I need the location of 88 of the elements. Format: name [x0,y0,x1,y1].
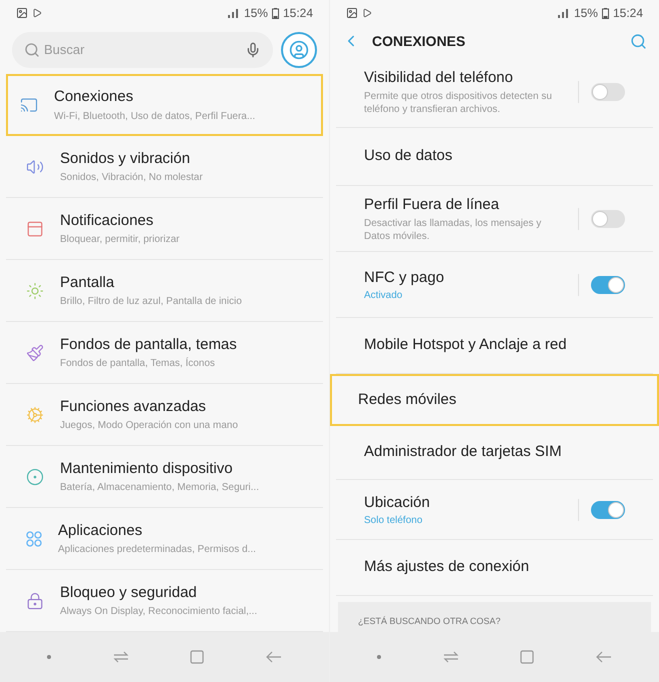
brush-icon [26,344,44,362]
home-icon[interactable] [190,650,204,664]
play-icon [362,8,372,18]
battery-percent: 15% [244,5,268,22]
item-subtitle: Bloquear, permitir, priorizar [60,233,180,248]
settings-item[interactable]: Perfil Fuera de línea Desactivar las llamadas, los mensajes y Datos móviles. [336,186,653,252]
settings-item[interactable]: Mobile Hotspot y Anclaje a red [336,318,653,374]
signal-icon [556,8,570,18]
gear-icon [26,406,44,424]
back-icon[interactable] [596,651,612,663]
item-title: Sonidos y vibración [60,148,192,169]
item-title: Uso de datos [364,146,454,166]
item-title: Mantenimiento dispositivo [60,458,234,479]
item-title: Más ajustes de conexión [364,557,530,578]
item-subtitle: Wi-Fi, Bluetooth, Uso de datos, Perfil Fuera... [54,110,256,124]
speaker-icon [26,158,44,176]
settings-item[interactable]: Fondos de pantalla, temas Fondos de pantalla, Temas, Íconos [6,322,323,384]
item-title: Visibilidad del teléfono [364,68,514,88]
clock-time: 15:24 [612,5,643,22]
lock-icon [26,592,44,610]
settings-item[interactable]: Redes móviles [330,374,659,426]
sun-icon [26,282,44,300]
recent-apps-icon[interactable] [442,651,459,663]
toggle-switch[interactable] [591,82,625,100]
item-subtitle: Permite que otros dispositivos detecten su teléfono y transfieran archivos. [364,90,553,116]
recent-apps-icon[interactable] [112,651,129,663]
item-title: Redes móviles [358,390,458,410]
item-subtitle: Juegos, Modo Operación con una mano [60,419,238,434]
settings-item[interactable]: Conexiones Wi-Fi, Bluetooth, Uso de datos, Perfil Fuera... [6,74,323,136]
item-subtitle: Always On Display, Reconocimiento facial,... [60,605,258,620]
settings-item[interactable]: Pantalla Brillo, Filtro de luz azul, Pantalla de inicio [6,260,323,322]
screen-title: CONEXIONES [372,32,466,50]
toggle-switch[interactable] [591,500,625,518]
item-title: Administrador de tarjetas SIM [364,442,563,462]
settings-item[interactable]: Más ajustes de conexión [336,540,653,596]
item-title: Ubicación [364,492,431,513]
settings-item[interactable]: Funciones avanzadas Juegos, Modo Operación con una mano [6,384,323,446]
item-title: Fondos de pantalla, temas [60,334,237,355]
item-subtitle: Activado [364,289,404,302]
circle-icon [26,468,44,486]
item-subtitle: Fondos de pantalla, Temas, Íconos [60,356,216,372]
settings-item[interactable]: Administrador de tarjetas SIM [336,426,653,480]
picture-icon [16,7,28,19]
broadcast-icon [20,96,38,114]
item-subtitle: Sonidos, Vibración, No molestar [60,171,203,186]
item-title: Funciones avanzadas [60,396,207,417]
card-heading: ¿ESTÁ BUSCANDO OTRA COSA? [358,614,501,628]
battery-percent: 15% [574,5,598,22]
search-icon [24,42,40,58]
item-title: Aplicaciones [58,520,144,541]
item-title: Bloqueo y seguridad [60,582,198,603]
panel-icon [26,220,44,238]
item-title: Pantalla [60,272,116,293]
item-title: Notificaciones [60,210,154,231]
item-subtitle: Desactivar las llamadas, los mensajes y Datos móviles. [364,216,542,243]
settings-item[interactable]: Visibilidad del teléfono Permite que otros dispositivos detecten su teléfono y transfieran archivos. [336,56,653,128]
settings-item[interactable]: NFC y pago Activado [336,252,653,318]
settings-item[interactable]: Aplicaciones Aplicaciones predeterminadas, Permisos d... [6,508,323,570]
clock-time: 15:24 [282,5,313,22]
item-title: Mobile Hotspot y Anclaje a red [364,335,568,356]
item-subtitle: Solo teléfono [364,514,424,528]
item-title: NFC y pago [364,268,446,288]
settings-item[interactable]: Mantenimiento dispositivo Batería, Almacenamiento, Memoria, Seguri... [6,446,323,508]
home-icon[interactable] [520,650,534,664]
settings-item[interactable]: Uso de datos [336,128,653,186]
microphone-icon[interactable] [245,42,261,58]
signal-icon [226,8,240,18]
search-field[interactable]: Buscar [12,32,273,68]
back-icon[interactable] [266,651,282,663]
search-input[interactable]: Buscar [44,40,241,60]
picture-icon [346,7,358,19]
battery-icon [272,8,279,18]
profile-button[interactable] [281,32,317,68]
battery-icon [602,8,609,18]
toggle-switch[interactable] [591,276,625,294]
grid-icon [26,530,42,546]
item-title: Conexiones [54,87,134,108]
settings-item[interactable]: Sonidos y vibración Sonidos, Vibración, No molestar [6,136,323,198]
item-subtitle: Brillo, Filtro de luz azul, Pantalla de inicio [60,295,242,310]
settings-item[interactable]: Ubicación Solo teléfono [336,480,653,540]
item-title: Perfil Fuera de línea [364,195,500,216]
search-icon[interactable] [630,32,647,50]
settings-item[interactable]: Notificaciones Bloquear, permitir, priorizar [6,198,323,260]
toggle-switch[interactable] [591,210,625,228]
person-icon [289,40,309,60]
item-subtitle: Aplicaciones predeterminadas, Permisos d... [58,543,256,558]
item-subtitle: Batería, Almacenamiento, Memoria, Seguri... [60,481,259,496]
play-icon [32,8,42,18]
